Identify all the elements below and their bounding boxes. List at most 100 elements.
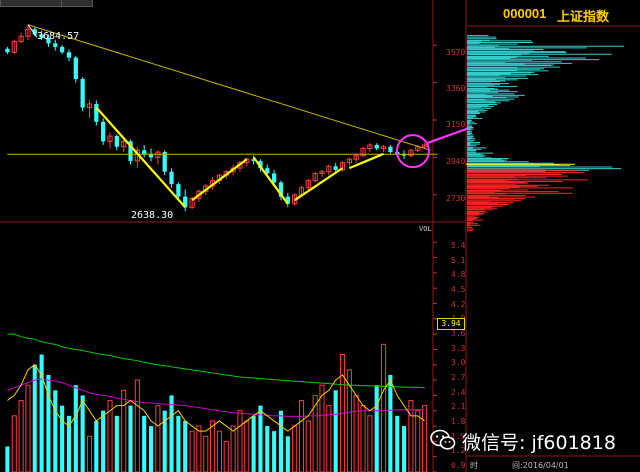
volume-bar bbox=[388, 374, 393, 472]
price-tick-label: 2730 bbox=[446, 194, 466, 203]
volume-panel-title: VOL bbox=[419, 225, 432, 233]
volume-bar bbox=[18, 400, 24, 472]
volume-bar bbox=[298, 400, 305, 472]
volume-bar bbox=[210, 420, 216, 472]
volume-bar bbox=[353, 394, 359, 472]
volume-bar bbox=[216, 430, 222, 472]
volume-tick-label: 4.2 bbox=[451, 300, 466, 309]
volume-tick-label: 4.8 bbox=[451, 270, 466, 279]
volume-bar bbox=[278, 410, 284, 472]
stock-code: 000001 bbox=[503, 6, 547, 21]
candle-body bbox=[80, 79, 85, 108]
volume-bar bbox=[5, 446, 10, 472]
volume-tick-label: 3.6 bbox=[451, 329, 466, 338]
volume-bar bbox=[305, 420, 311, 472]
volume-tick-label: 2.1 bbox=[451, 402, 466, 411]
low-annotation: 2638.30 bbox=[131, 210, 174, 221]
swing-line bbox=[95, 106, 187, 209]
volume-bar bbox=[86, 435, 93, 472]
volume-current-value: 3.94 bbox=[437, 318, 465, 330]
volume-ma-line bbox=[7, 333, 425, 389]
trendline bbox=[27, 24, 431, 151]
volume-tick-label: 2.4 bbox=[451, 388, 466, 397]
volume-bar bbox=[237, 410, 243, 472]
volume-bar bbox=[142, 415, 147, 472]
stock-name: 上证指数 bbox=[557, 10, 610, 25]
candle-body bbox=[272, 173, 277, 183]
volume-bar bbox=[408, 400, 414, 472]
volume-bar bbox=[230, 425, 236, 472]
candle-body bbox=[101, 121, 106, 142]
swing-line bbox=[294, 167, 344, 202]
volume-bar bbox=[292, 425, 298, 472]
volume-bar bbox=[380, 343, 387, 472]
wechat-watermark: 微信号: jf601818 bbox=[430, 426, 640, 454]
candle-body bbox=[66, 52, 72, 58]
candle-body bbox=[142, 150, 147, 154]
candle-body bbox=[73, 57, 78, 80]
chart-canvas[interactable] bbox=[0, 0, 640, 472]
volume-bar bbox=[203, 435, 209, 472]
volume-bar bbox=[333, 390, 338, 472]
stock-header: 000001 上证指数 bbox=[467, 4, 640, 25]
volume-tick-label: 3.0 bbox=[451, 358, 466, 367]
candle-body bbox=[114, 136, 119, 147]
volume-bar bbox=[272, 431, 277, 472]
volume-bar bbox=[251, 415, 256, 472]
volume-bar bbox=[422, 405, 428, 472]
volume-bar bbox=[114, 415, 119, 472]
volume-bar bbox=[80, 395, 85, 472]
candle-body bbox=[94, 103, 99, 122]
volume-bar bbox=[402, 426, 407, 472]
candle-body bbox=[162, 152, 167, 172]
candle-body bbox=[176, 184, 181, 197]
volume-bar bbox=[395, 415, 400, 472]
volume-bar bbox=[189, 430, 195, 472]
watermark-text: 微信号: jf601818 bbox=[462, 432, 616, 454]
price-tick-label: 3150 bbox=[446, 120, 466, 129]
candle-body bbox=[60, 46, 65, 53]
volume-tick-label: 5.1 bbox=[451, 256, 466, 265]
volume-bar bbox=[121, 389, 127, 472]
candle-body bbox=[374, 144, 379, 149]
volume-tick-label: 0.9 bbox=[451, 461, 466, 470]
volume-ma-line bbox=[7, 378, 425, 417]
volume-bar bbox=[223, 440, 229, 472]
volume-tick-label: 4.5 bbox=[451, 285, 466, 294]
volume-bar bbox=[53, 390, 58, 472]
volume-bar bbox=[128, 405, 133, 472]
volume-bar bbox=[258, 405, 263, 472]
price-tick-label: 3360 bbox=[446, 84, 466, 93]
volume-tick-label: 2.7 bbox=[451, 373, 466, 382]
date-label: 间:2016/04/01 bbox=[512, 461, 569, 470]
volume-tick-label: 5.4 bbox=[451, 241, 466, 250]
volume-bar bbox=[183, 420, 188, 472]
volume-bar bbox=[94, 420, 99, 472]
volume-bar bbox=[101, 410, 106, 472]
highlight-arrow bbox=[426, 125, 473, 145]
candle-body bbox=[333, 166, 338, 170]
chart-window: 000001 上证指数 3570 3360 3150 2940 2730 368… bbox=[0, 0, 640, 472]
volume-bar bbox=[155, 405, 161, 472]
volume-bar bbox=[285, 436, 290, 472]
volume-bar bbox=[326, 405, 332, 472]
status-bar: 时 间:2016/04/01 bbox=[467, 458, 640, 472]
price-tick-label: 2940 bbox=[446, 157, 466, 166]
volume-bar bbox=[169, 395, 174, 472]
volume-bar bbox=[360, 405, 366, 472]
volume-tick-label: 3.3 bbox=[451, 344, 466, 353]
volume-bar bbox=[367, 415, 373, 472]
candle-body bbox=[53, 43, 58, 47]
volume-bar bbox=[25, 384, 31, 472]
volume-bar bbox=[73, 385, 78, 472]
volume-bar bbox=[415, 410, 421, 472]
volume-bar bbox=[11, 415, 17, 472]
candle-body bbox=[169, 171, 174, 185]
high-annotation: 3684.57 bbox=[37, 31, 80, 42]
volume-bar bbox=[148, 426, 154, 472]
wechat-icon bbox=[430, 429, 456, 450]
volume-bar bbox=[374, 385, 379, 472]
candle-body bbox=[388, 146, 393, 153]
volume-tick-label: 1.8 bbox=[451, 417, 466, 426]
time-label: 时 bbox=[470, 461, 478, 470]
